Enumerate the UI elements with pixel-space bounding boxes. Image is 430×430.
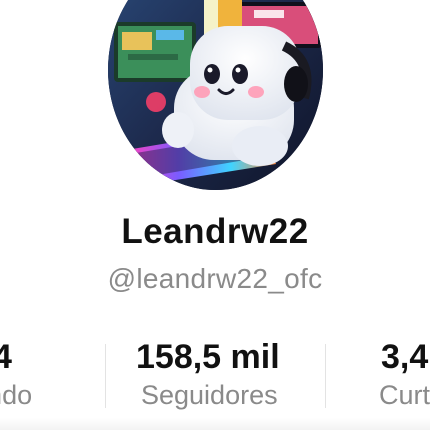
- section-divider: [0, 418, 430, 430]
- profile-avatar[interactable]: [108, 0, 323, 190]
- following-count[interactable]: 4: [0, 338, 12, 377]
- stat-divider: [325, 344, 326, 408]
- likes-count[interactable]: 3,4: [381, 338, 428, 377]
- followers-label[interactable]: Seguidores: [141, 380, 278, 411]
- profile-header: Leandrw22 @leandrw22_ofc 4 Seguindo 158,…: [0, 0, 430, 430]
- display-name: Leandrw22: [121, 212, 309, 251]
- likes-label[interactable]: Curtidas: [379, 380, 430, 411]
- following-label[interactable]: Seguindo: [0, 380, 32, 411]
- stat-divider: [105, 344, 106, 408]
- followers-count[interactable]: 158,5 mil: [136, 338, 280, 377]
- marshmallow-gamer-avatar-icon: [108, 0, 323, 190]
- username-handle: @leandrw22_ofc: [107, 263, 323, 294]
